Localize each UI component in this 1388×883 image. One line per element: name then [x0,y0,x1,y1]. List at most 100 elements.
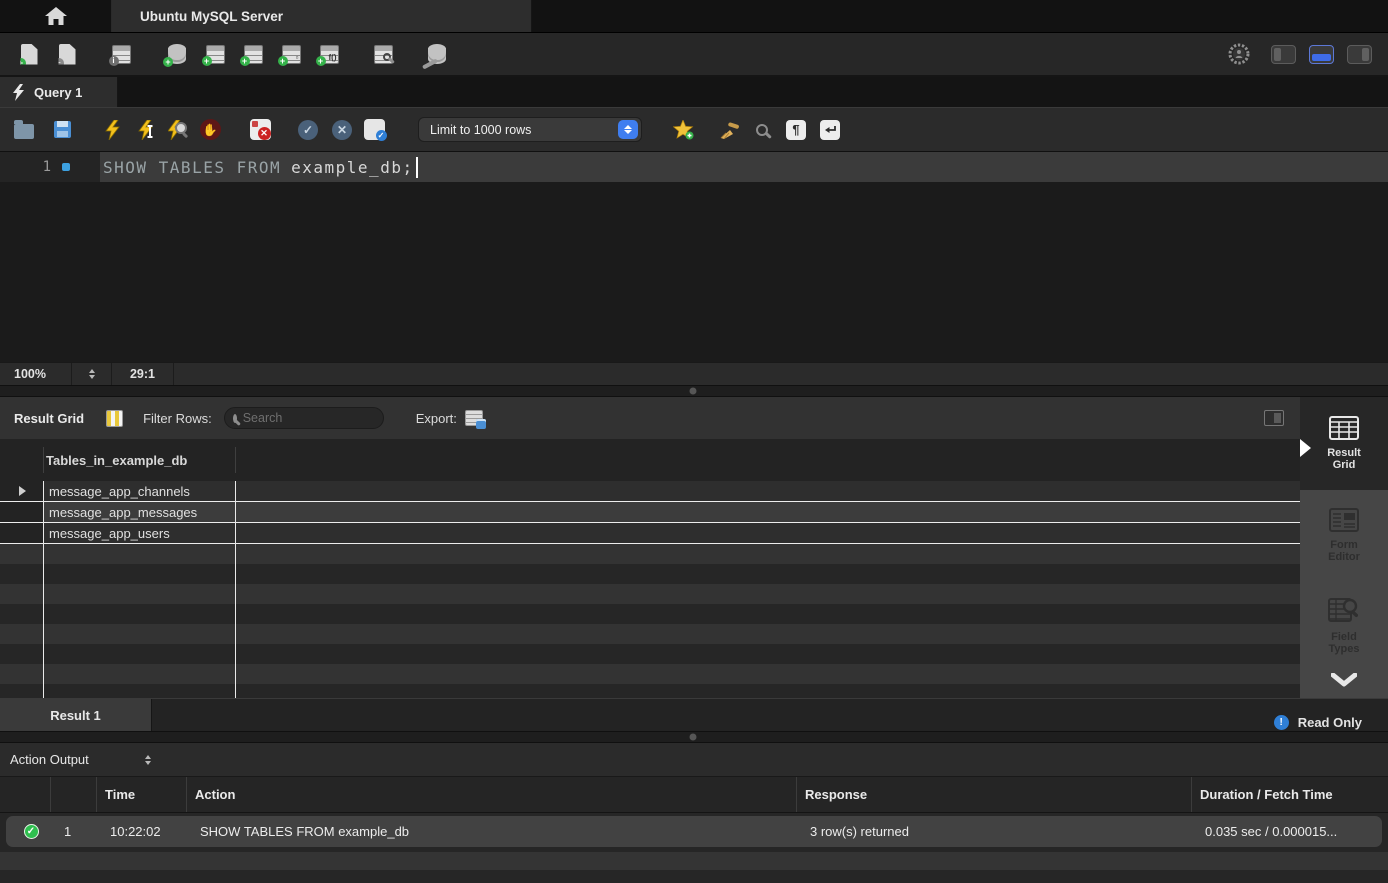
sql-keywords: SHOW TABLES FROM [103,158,281,177]
execute-current-icon [138,120,155,140]
inspector-button[interactable]: i [108,41,134,67]
create-schema-button[interactable]: + [164,41,190,67]
sidebar-item-form-editor[interactable]: Form Editor [1300,490,1388,581]
code-line-1[interactable]: 1 SHOW TABLES FROM example_db; [0,152,1388,182]
toggle-right-sidebar-button[interactable] [1346,41,1372,67]
table-cell[interactable]: message_app_channels [44,481,236,501]
stop-button[interactable]: ✋ [198,118,222,142]
autocommit-button[interactable]: ✓ [362,118,386,142]
caret-position: 29:1 [112,363,174,385]
splitter-handle-icon [690,388,697,395]
index-column-header[interactable] [50,777,96,812]
row-header[interactable] [0,481,44,501]
result-section: Result Grid Filter Rows: Export: Tables_… [0,397,1388,731]
success-check-icon: ✓ [24,824,39,839]
sidebar-item-result-grid[interactable]: Result Grid [1300,397,1388,490]
show-invisibles-button[interactable]: ¶ [784,118,808,142]
execute-current-button[interactable] [134,118,158,142]
search-icon [233,414,237,423]
action-output-title: Action Output [10,752,89,767]
table-cell[interactable]: message_app_users [44,523,236,543]
form-editor-icon [1329,508,1359,532]
tab-result-1[interactable]: Result 1 [0,699,152,731]
export-label: Export: [416,411,457,426]
editor-result-splitter[interactable] [0,385,1388,397]
table-cell[interactable]: message_app_messages [44,502,236,522]
create-function-button[interactable]: +f() [316,41,342,67]
toggle-bottom-panel-button[interactable] [1308,41,1334,67]
right-panel-icon [1347,45,1372,64]
export-button[interactable] [465,410,483,426]
time-column-header[interactable]: Time [96,777,186,812]
result-grid-body[interactable]: message_app_channels message_app_message… [0,481,1300,698]
sidebar-more-button[interactable] [1300,673,1388,698]
execute-button[interactable] [100,118,124,142]
export-icon [465,410,483,426]
action-column-header[interactable]: Action [186,777,796,812]
connection-tab[interactable]: Ubuntu MySQL Server [112,0,532,32]
table-row[interactable]: message_app_messages [0,502,1300,523]
duration-column-header[interactable]: Duration / Fetch Time [1191,777,1388,812]
create-procedure-icon: +▫ [282,45,301,64]
stop-on-error-icon: ✕ [250,119,271,140]
find-button[interactable] [750,118,774,142]
magnifier-icon [756,124,768,136]
search-input[interactable] [243,411,404,425]
open-document-icon: ⌐ [59,44,76,65]
home-tab[interactable] [0,0,112,32]
star-plus-icon [673,120,695,140]
folder-icon [14,124,34,139]
filter-search-box[interactable] [224,407,384,429]
column-header-label: Tables_in_example_db [46,453,187,468]
action-output-row[interactable]: ✓ 1 10:22:02 SHOW TABLES FROM example_db… [6,816,1382,847]
splitter-handle-icon [690,734,697,741]
new-query-tab-button[interactable]: + [16,41,42,67]
preferences-button[interactable] [1226,41,1252,67]
action-output-header: Action Output [0,743,1388,777]
response-column-header[interactable]: Response [796,777,1191,812]
gear-icon [1227,42,1251,66]
row-header[interactable] [0,502,44,522]
table-row[interactable]: message_app_channels [0,481,1300,502]
explain-button[interactable] [166,118,190,142]
selected-pointer-icon [1300,439,1311,457]
sql-identifier: example_db; [291,158,413,177]
grid-column-header[interactable]: Tables_in_example_db [0,439,1300,481]
limit-rows-select[interactable]: Limit to 1000 rows [418,117,642,142]
row-header[interactable] [0,523,44,543]
action-output-columns: Time Action Response Duration / Fetch Ti… [0,777,1388,813]
new-document-icon: + [21,44,38,65]
sidebar-item-field-types[interactable]: Field Types [1300,581,1388,672]
result-output-splitter[interactable] [0,731,1388,743]
explain-icon [168,120,189,140]
create-view-button[interactable]: + [240,41,266,67]
rollback-button[interactable]: ✕ [330,118,354,142]
server-config-button[interactable] [424,41,450,67]
editor-gutter[interactable]: 1 [0,152,100,182]
current-line[interactable]: SHOW TABLES FROM example_db; [100,152,1388,182]
stop-on-error-button[interactable]: ✕ [248,118,272,142]
create-schema-icon: + [168,44,186,64]
grid-columns-icon[interactable] [106,410,123,427]
sql-editor[interactable]: 1 SHOW TABLES FROM example_db; [0,152,1388,362]
create-procedure-button[interactable]: +▫ [278,41,304,67]
commit-button[interactable]: ✓ [296,118,320,142]
zoom-stepper[interactable] [72,363,112,385]
toggle-left-sidebar-button[interactable] [1270,41,1296,67]
add-snippet-button[interactable] [672,118,696,142]
wrap-text-button[interactable] [818,118,842,142]
save-button[interactable] [50,118,74,142]
table-row[interactable]: message_app_users [0,523,1300,544]
collapse-panel-icon[interactable] [1264,410,1284,426]
beautify-button[interactable] [718,118,742,142]
output-selector-stepper[interactable] [145,755,151,765]
execute-bolt-icon [105,120,120,140]
open-script-button[interactable]: ⌐ [54,41,80,67]
open-file-button[interactable] [12,118,36,142]
search-data-button[interactable] [370,41,396,67]
status-column-header[interactable] [0,777,50,812]
tab-query-1[interactable]: Query 1 [0,77,118,107]
create-table-button[interactable]: + [202,41,228,67]
server-config-icon [428,44,446,64]
chevron-down-icon [1331,673,1357,687]
